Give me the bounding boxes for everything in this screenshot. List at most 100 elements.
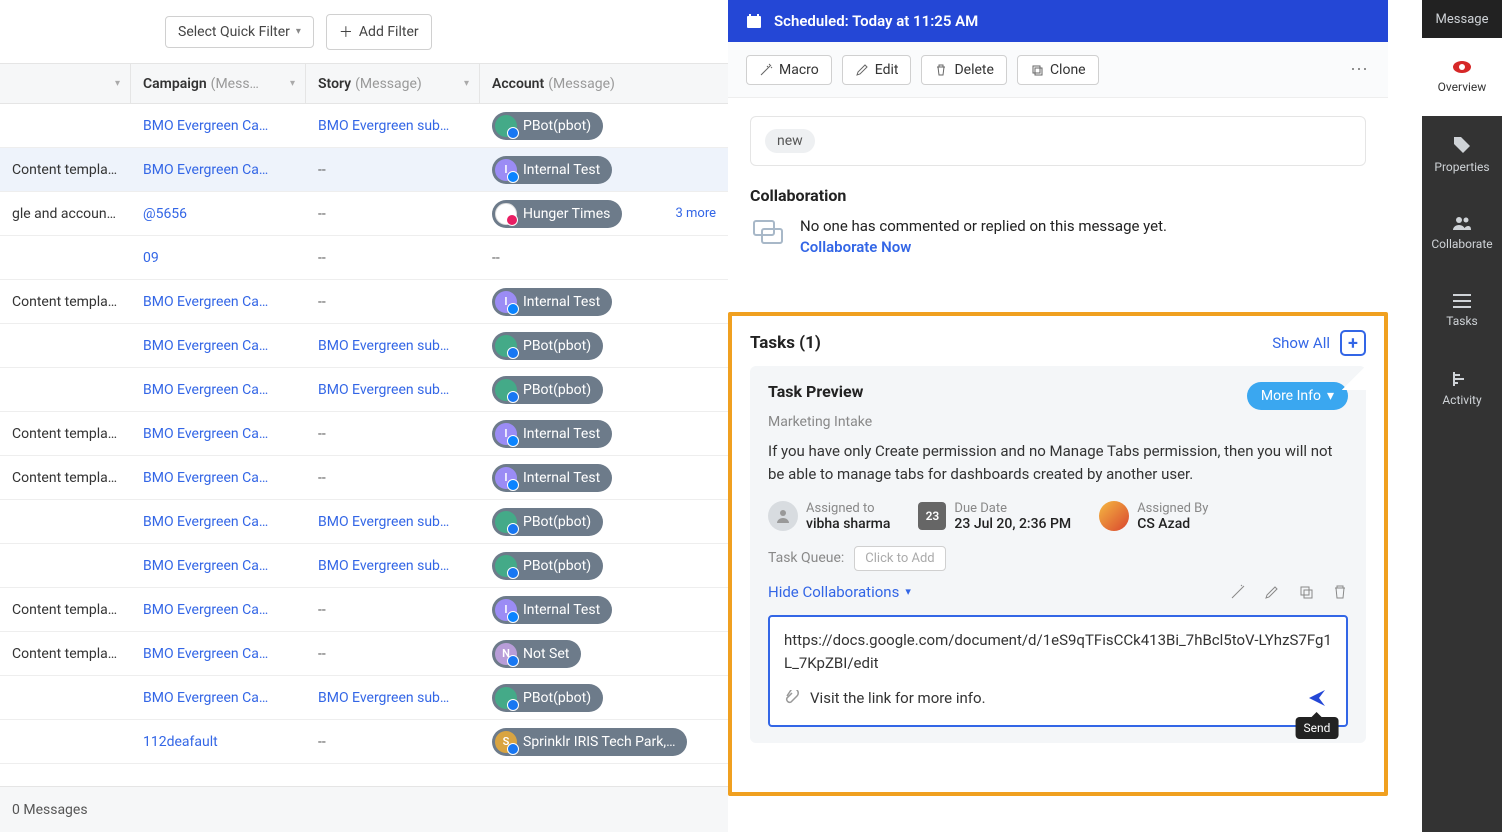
col-template[interactable]: ▾ [0, 64, 131, 103]
due-date-value: 23 Jul 20, 2:36 PM [954, 516, 1071, 532]
wand-icon[interactable] [1230, 584, 1246, 600]
campaign-link[interactable]: @5656 [143, 206, 187, 222]
campaign-link[interactable]: 112deafault [143, 734, 218, 750]
tag-chip[interactable]: new [765, 129, 815, 153]
table-row[interactable]: Content templateBMO Evergreen Ca…--IInte… [0, 280, 728, 324]
macro-button[interactable]: Macro [746, 55, 832, 85]
task-queue-add-button[interactable]: Click to Add [854, 546, 945, 571]
table-row[interactable]: BMO Evergreen Ca… BMO Evergreen sub… PBot(… [0, 500, 728, 544]
calendar-icon [746, 13, 762, 29]
table-row[interactable]: BMO Evergreen Ca… BMO Evergreen sub… PBot(… [0, 368, 728, 412]
more-info-button[interactable]: More Info ▾ [1247, 382, 1348, 410]
more-accounts-link[interactable]: 3 more [675, 206, 716, 221]
copy-icon [1030, 63, 1044, 77]
rail-overview[interactable]: Overview [1422, 38, 1502, 116]
account-chip[interactable]: PBot(pbot) [492, 684, 603, 712]
campaign-link[interactable]: BMO Evergreen Ca… [143, 558, 268, 574]
table-row[interactable]: Content templateBMO Evergreen Ca…--IInte… [0, 148, 728, 192]
account-chip[interactable]: IInternal Test [492, 156, 612, 184]
table-row[interactable]: Content templateBMO Evergreen Ca…--IInte… [0, 412, 728, 456]
more-actions-button[interactable]: ⋯ [1350, 59, 1370, 80]
add-filter-label: Add Filter [359, 24, 419, 40]
tasks-heading: Tasks (1) [750, 333, 821, 353]
show-all-link[interactable]: Show All [1272, 334, 1330, 352]
clone-button[interactable]: Clone [1017, 55, 1099, 85]
collab-empty-text: No one has commented or replied on this … [800, 215, 1167, 238]
campaign-link[interactable]: BMO Evergreen Ca… [143, 382, 268, 398]
table-row[interactable]: BMO Evergreen Ca… BMO Evergreen sub… PBot(… [0, 676, 728, 720]
delete-button[interactable]: Delete [921, 55, 1006, 85]
table-row[interactable]: Content templateBMO Evergreen Ca…--IInte… [0, 456, 728, 500]
campaign-link[interactable]: 09 [143, 250, 159, 266]
rail-collaborate[interactable]: Collaborate [1422, 194, 1502, 272]
campaign-link[interactable]: BMO Evergreen Ca… [143, 514, 268, 530]
table-row[interactable]: BMO Evergreen Ca… BMO Evergreen sub… PBot(… [0, 324, 728, 368]
eye-icon [1452, 60, 1472, 74]
chevron-down-icon: ▾ [464, 78, 469, 89]
task-queue-label: Task Queue: [768, 550, 844, 566]
table-row[interactable]: Content templateBMO Evergreen Ca…--IInte… [0, 588, 728, 632]
account-chip[interactable]: PBot(pbot) [492, 112, 603, 140]
trash-icon [934, 63, 948, 77]
campaign-link[interactable]: BMO Evergreen Ca… [143, 470, 268, 486]
story-link[interactable]: BMO Evergreen sub… [318, 338, 449, 354]
story-link[interactable]: BMO Evergreen sub… [318, 382, 449, 398]
account-chip[interactable]: Hunger Times [492, 200, 622, 228]
campaign-link[interactable]: BMO Evergreen Ca… [143, 338, 268, 354]
account-chip[interactable]: NNot Set [492, 640, 581, 668]
account-chip[interactable]: IInternal Test [492, 464, 612, 492]
account-chip[interactable]: IInternal Test [492, 596, 612, 624]
paperclip-icon[interactable] [784, 690, 800, 706]
account-chip[interactable]: SSprinklr IRIS Tech Park,… [492, 728, 687, 756]
compose-box[interactable]: https://docs.google.com/document/d/1eS9q… [768, 615, 1348, 728]
wand-icon [759, 63, 773, 77]
col-campaign[interactable]: Campaign (Mess… ▾ [131, 64, 306, 103]
table-row[interactable]: BMO Evergreen Ca… BMO Evergreen sub… PBot(… [0, 104, 728, 148]
story-link[interactable]: BMO Evergreen sub… [318, 558, 449, 574]
edit-button[interactable]: Edit [842, 55, 912, 85]
story-link[interactable]: BMO Evergreen sub… [318, 118, 449, 134]
trash-icon[interactable] [1332, 584, 1348, 600]
assigned-by-value: CS Azad [1137, 516, 1208, 532]
quick-filter-select[interactable]: Select Quick Filter ▾ [165, 16, 314, 48]
pencil-icon [855, 63, 869, 77]
col-account[interactable]: Account (Message) [480, 64, 728, 103]
send-button[interactable]: Send [1302, 683, 1332, 713]
account-chip[interactable]: IInternal Test [492, 288, 612, 316]
story-link[interactable]: BMO Evergreen sub… [318, 690, 449, 706]
status-bar: 0 Messages [0, 786, 728, 832]
campaign-link[interactable]: BMO Evergreen Ca… [143, 294, 268, 310]
list-icon [1453, 294, 1471, 308]
campaign-link[interactable]: BMO Evergreen Ca… [143, 690, 268, 706]
story-link[interactable]: BMO Evergreen sub… [318, 514, 449, 530]
account-chip[interactable]: PBot(pbot) [492, 332, 603, 360]
campaign-link[interactable]: BMO Evergreen Ca… [143, 426, 268, 442]
table-row[interactable]: BMO Evergreen Ca… BMO Evergreen sub… PBot(… [0, 544, 728, 588]
plus-icon: ＋ [339, 22, 353, 42]
table-row[interactable]: Content templateBMO Evergreen Ca…--NNot … [0, 632, 728, 676]
account-chip[interactable]: PBot(pbot) [492, 508, 603, 536]
account-chip[interactable]: PBot(pbot) [492, 552, 603, 580]
rail-header: Message [1422, 0, 1502, 38]
campaign-link[interactable]: BMO Evergreen Ca… [143, 602, 268, 618]
chevron-down-icon: ▾ [296, 26, 301, 37]
account-chip[interactable]: IInternal Test [492, 420, 612, 448]
table-row[interactable]: gle and account gr…@5656--Hunger Times3 … [0, 192, 728, 236]
add-task-button[interactable]: + [1340, 330, 1366, 356]
account-chip[interactable]: PBot(pbot) [492, 376, 603, 404]
collaborate-now-link[interactable]: Collaborate Now [800, 238, 1167, 256]
rail-properties[interactable]: Properties [1422, 116, 1502, 194]
pencil-icon[interactable] [1264, 584, 1280, 600]
table-row[interactable]: 09---- [0, 236, 728, 280]
campaign-link[interactable]: BMO Evergreen Ca… [143, 162, 268, 178]
hide-collaborations-toggle[interactable]: Hide Collaborations [768, 583, 899, 601]
rail-activity[interactable]: Activity [1422, 350, 1502, 428]
col-story[interactable]: Story (Message) ▾ [306, 64, 480, 103]
add-filter-button[interactable]: ＋ Add Filter [326, 14, 432, 50]
campaign-link[interactable]: BMO Evergreen Ca… [143, 646, 268, 662]
rail-tasks[interactable]: Tasks [1422, 272, 1502, 350]
campaign-link[interactable]: BMO Evergreen Ca… [143, 118, 268, 134]
task-subtitle: Marketing Intake [768, 414, 1348, 430]
copy-icon[interactable] [1298, 584, 1314, 600]
table-row[interactable]: 112deafault--SSprinklr IRIS Tech Park,… [0, 720, 728, 764]
